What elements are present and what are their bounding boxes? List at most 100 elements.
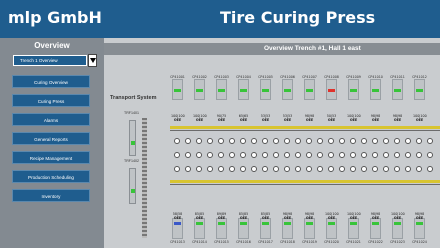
press-status-bar <box>174 89 181 92</box>
press-status-bar <box>372 222 379 225</box>
press-body <box>282 218 293 239</box>
conveyor-wheel <box>185 152 191 158</box>
press-status-bar <box>306 222 313 225</box>
conveyor-wheel <box>295 166 301 172</box>
nav-curing-press-button[interactable]: Curing Press <box>12 94 90 107</box>
conveyor-wheel <box>262 138 268 144</box>
press-oee-label: OEE <box>327 216 336 220</box>
conveyor-wheel <box>350 152 356 158</box>
conveyor-wheel <box>339 138 345 144</box>
nav-recipe-management-button[interactable]: Recipe Management <box>12 151 90 164</box>
conveyor-wheel <box>372 166 378 172</box>
press-name: CP41014 <box>192 240 207 244</box>
conveyor-wheel <box>317 152 323 158</box>
conveyor-rail-bottom <box>170 180 440 183</box>
conveyor-wheel <box>295 138 301 144</box>
conveyor-wheel <box>207 152 213 158</box>
press-body <box>238 79 249 100</box>
press-body <box>326 218 337 239</box>
press-oee-label: OEE <box>217 118 226 122</box>
press-oee-label: OEE <box>239 216 248 220</box>
conveyor-wheel <box>174 152 180 158</box>
conveyor-wheel <box>427 166 433 172</box>
conveyor-wheel <box>339 166 345 172</box>
conveyor-wheel <box>394 166 400 172</box>
conveyor-wheel <box>361 138 367 144</box>
press-status-bar <box>196 222 203 225</box>
press-body <box>370 218 381 239</box>
conveyor-wheel <box>251 152 257 158</box>
conveyor-wheel <box>306 166 312 172</box>
press-name: CP41013 <box>170 240 185 244</box>
press-status-bar <box>328 222 335 225</box>
conveyor-wheel <box>394 138 400 144</box>
conveyor-wheel <box>207 138 213 144</box>
nav-curing-overview-button[interactable]: Curing Overview <box>12 75 90 88</box>
press-body <box>304 79 315 100</box>
press-body <box>216 218 227 239</box>
press-status-bar <box>218 89 225 92</box>
conveyor-wheel <box>306 152 312 158</box>
conveyor-wheel <box>262 166 268 172</box>
press-body <box>172 79 183 100</box>
conveyor-wheel <box>185 138 191 144</box>
transport-system-title: Transport System <box>110 95 157 101</box>
press-status-bar <box>416 89 423 92</box>
track-status-light <box>131 141 135 145</box>
press-status-bar <box>218 222 225 225</box>
conveyor-wheel <box>416 152 422 158</box>
conveyor-wheel <box>174 138 180 144</box>
conveyor-wheel <box>416 166 422 172</box>
conveyor-wheel <box>328 138 334 144</box>
press-status-bar <box>196 89 203 92</box>
press-status-bar <box>240 222 247 225</box>
conveyor-wheel <box>240 166 246 172</box>
overview-title: Overview Trench #1, Hall 1 east <box>104 43 440 55</box>
press-status-bar <box>284 222 291 225</box>
press-status-bar <box>328 89 335 92</box>
conveyor-wheel <box>196 152 202 158</box>
press-body <box>348 79 359 100</box>
press-body <box>216 79 227 100</box>
press-name: CP41021 <box>346 240 361 244</box>
nav-alarms-button[interactable]: Alarms <box>12 113 90 126</box>
conveyor-wheel <box>284 138 290 144</box>
press-oee-label: OEE <box>349 216 358 220</box>
press-name: CP41020 <box>324 240 339 244</box>
press-name: CP41018 <box>280 240 295 244</box>
conveyor-wheel <box>416 138 422 144</box>
conveyor-wheel <box>284 166 290 172</box>
conveyor-rail-top <box>170 126 440 129</box>
nav-inventory-button[interactable]: Inventory <box>12 189 90 202</box>
press-name: CP41024 <box>412 240 427 244</box>
press-body <box>260 218 271 239</box>
press-body <box>194 79 205 100</box>
conveyor-wheel <box>262 152 268 158</box>
track-indicator <box>129 168 136 204</box>
conveyor-wheel <box>273 152 279 158</box>
press-oee-label: OEE <box>173 216 182 220</box>
press-status-bar <box>416 222 423 225</box>
press-status-bar <box>350 222 357 225</box>
press-status-bar <box>284 89 291 92</box>
nav-production-scheduling-button[interactable]: Production Scheduling <box>12 170 90 183</box>
press-status-bar <box>394 89 401 92</box>
conveyor-wheel <box>361 152 367 158</box>
main-panel: Overview Trench #1, Hall 1 east Transpor… <box>104 38 440 248</box>
press-oee-label: OEE <box>371 118 380 122</box>
app-header: mlp GmbH Tire Curing Press <box>0 0 440 38</box>
press-oee-label: OEE <box>195 118 204 122</box>
nav-general-reports-button[interactable]: General Reports <box>12 132 90 145</box>
conveyor-wheel <box>273 166 279 172</box>
view-select-arrow[interactable] <box>88 54 97 67</box>
press-oee-label: OEE <box>371 216 380 220</box>
conveyor-wheel <box>372 138 378 144</box>
view-select[interactable]: Trench 1 Overview <box>13 55 87 66</box>
press-body <box>414 218 425 239</box>
press-body <box>172 218 183 239</box>
press-oee-label: OEE <box>283 216 292 220</box>
press-oee-label: OEE <box>261 216 270 220</box>
conveyor-wheel <box>196 166 202 172</box>
press-oee-label: OEE <box>305 216 314 220</box>
press-name: CP41016 <box>236 240 251 244</box>
